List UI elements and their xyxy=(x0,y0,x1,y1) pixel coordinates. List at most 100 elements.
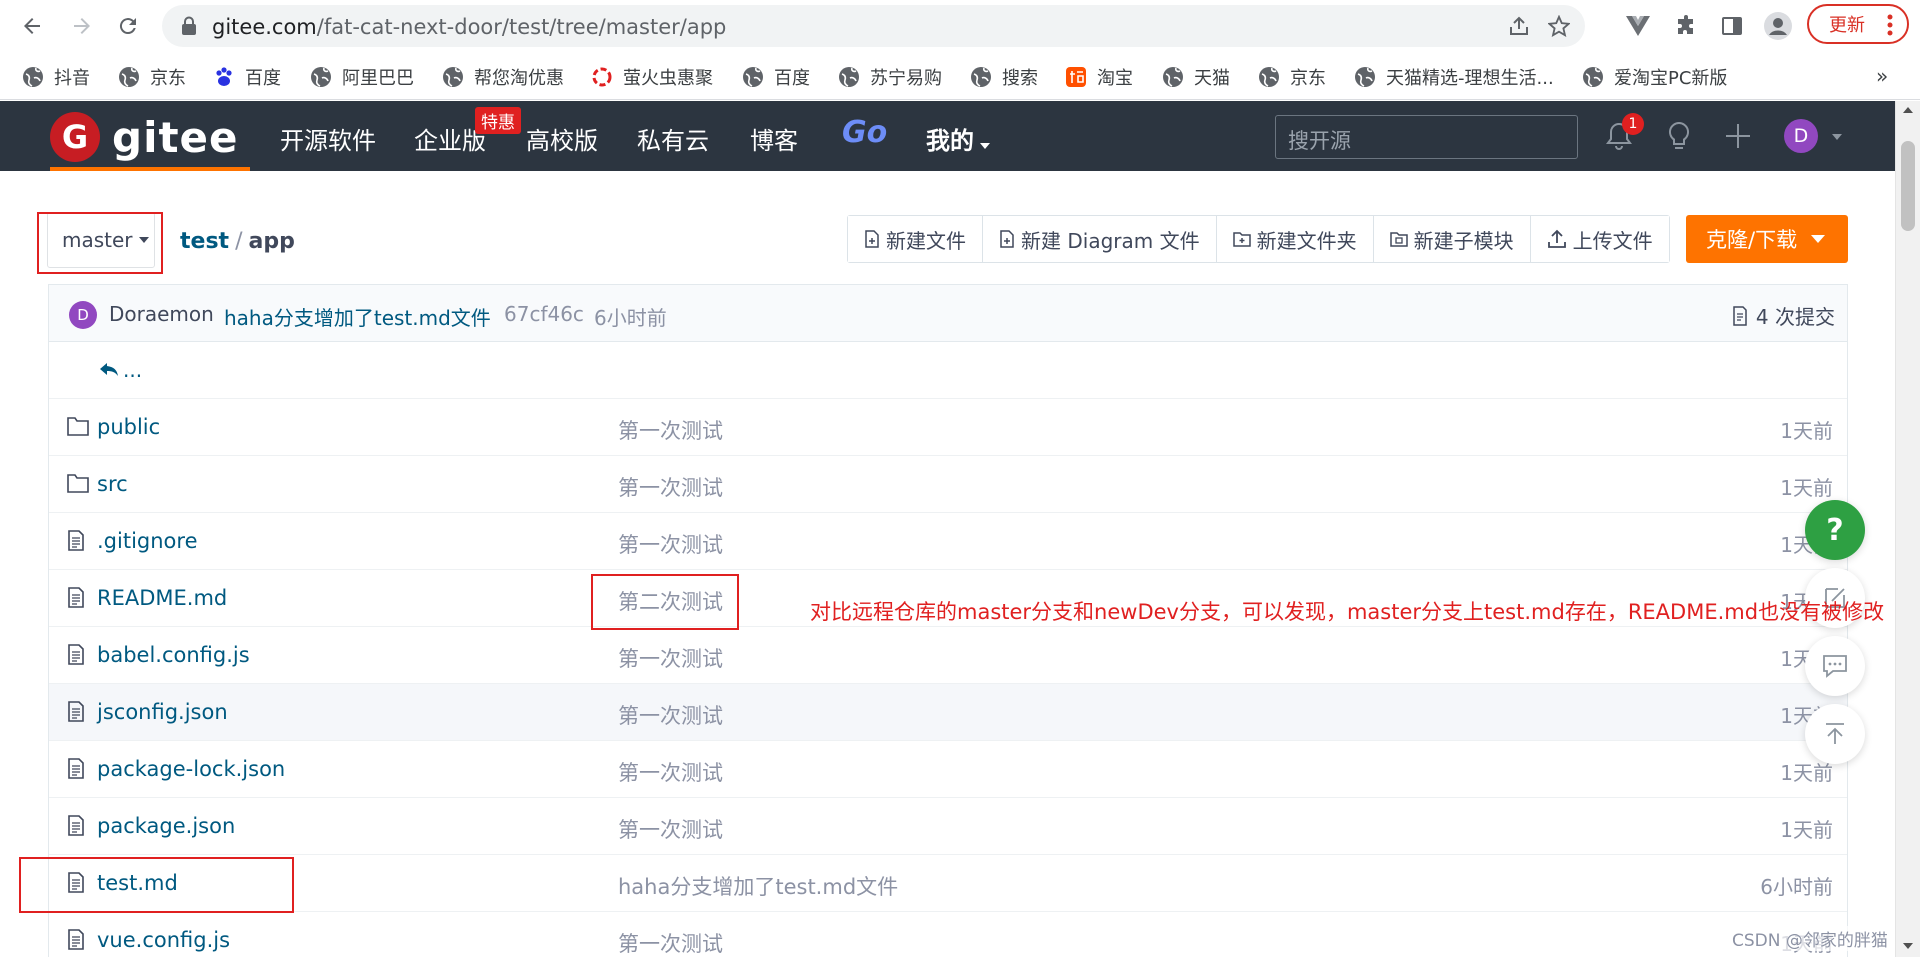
table-row[interactable]: public 第一次测试 1天前 xyxy=(49,399,1847,456)
upload-file-button[interactable]: 上传文件 xyxy=(1530,216,1669,262)
scroll-down-arrow[interactable] xyxy=(1903,943,1913,949)
file-icon xyxy=(68,815,84,836)
breadcrumb-separator: / xyxy=(235,229,243,254)
new-diagram-button[interactable]: 新建 Diagram 文件 xyxy=(983,216,1217,262)
update-button[interactable]: 更新 xyxy=(1807,4,1909,44)
bookmark-item[interactable]: 爱淘宝PC新版 xyxy=(1582,63,1727,91)
file-name[interactable]: vue.config.js xyxy=(97,928,230,952)
nav-education[interactable]: 高校版 xyxy=(526,121,598,156)
parent-dir-link[interactable]: ... xyxy=(99,358,142,382)
gitee-logo[interactable]: G gitee xyxy=(50,112,239,162)
bookmark-item[interactable]: 京东 xyxy=(118,63,186,91)
vue-devtools-icon[interactable] xyxy=(1622,10,1654,42)
bookmark-item[interactable]: 苏宁易购 xyxy=(838,63,942,91)
star-icon[interactable] xyxy=(1546,13,1572,39)
nav-opensource[interactable]: 开源软件 xyxy=(280,121,376,156)
commit-message[interactable]: haha分支增加了test.md文件 xyxy=(224,302,491,331)
update-label: 更新 xyxy=(1829,15,1865,36)
file-name[interactable]: package-lock.json xyxy=(97,757,285,781)
side-panel-icon[interactable] xyxy=(1716,10,1748,42)
file-commit-message[interactable]: 第一次测试 xyxy=(618,757,723,787)
nav-private-cloud[interactable]: 私有云 xyxy=(637,121,709,156)
globe-icon xyxy=(23,67,43,87)
share-icon[interactable] xyxy=(1506,13,1532,39)
file-time: 1天前 xyxy=(1780,476,1833,500)
bookmark-item[interactable]: 帮您淘优惠 xyxy=(442,63,564,91)
commit-count-link[interactable]: 4 次提交 xyxy=(1732,301,1835,330)
table-row[interactable]: package-lock.json 第一次测试 1天前 xyxy=(49,741,1847,798)
file-actions-toolbar: 新建文件 新建 Diagram 文件 新建文件夹 新建子模块 上传文件 xyxy=(847,215,1670,263)
file-name[interactable]: README.md xyxy=(97,586,227,610)
nav-mine[interactable]: 我的 xyxy=(926,121,990,156)
bookmark-item[interactable]: 淘宝 xyxy=(1065,63,1133,91)
new-file-button[interactable]: 新建文件 xyxy=(848,216,983,262)
new-folder-button[interactable]: 新建文件夹 xyxy=(1216,216,1374,262)
back-button[interactable] xyxy=(16,10,48,42)
file-commit-message[interactable]: haha分支增加了test.md文件 xyxy=(618,871,898,901)
parent-dir-label: ... xyxy=(123,358,143,382)
commit-author-avatar[interactable]: D xyxy=(69,301,97,329)
bookmarks-overflow[interactable]: » xyxy=(1876,64,1888,88)
bookmark-item[interactable]: 阿里巴巴 xyxy=(310,63,414,91)
scroll-thumb[interactable] xyxy=(1901,141,1915,231)
browser-toolbar: gitee.com/fat-cat-next-door/test/tree/ma… xyxy=(0,0,1920,52)
bookmark-item[interactable]: 搜索 xyxy=(970,63,1038,91)
file-commit-message[interactable]: 第一次测试 xyxy=(618,928,723,957)
table-row[interactable]: vue.config.js 第一次测试 1天前 xyxy=(49,912,1847,957)
forward-button[interactable] xyxy=(66,10,98,42)
table-row[interactable]: package.json 第一次测试 1天前 xyxy=(49,798,1847,855)
address-bar[interactable]: gitee.com/fat-cat-next-door/test/tree/ma… xyxy=(162,5,1585,47)
file-name[interactable]: public xyxy=(97,415,160,439)
commit-hash[interactable]: 67cf46c xyxy=(504,302,584,326)
table-row[interactable]: jsconfig.json 第一次测试 1天前 xyxy=(49,684,1847,741)
globe-icon xyxy=(839,67,859,87)
reload-button[interactable] xyxy=(112,10,144,42)
plus-icon[interactable] xyxy=(1721,119,1755,153)
nav-blog[interactable]: 博客 xyxy=(750,121,798,156)
bookmark-item[interactable]: 天猫精选-理想生活... xyxy=(1354,63,1554,91)
globe-icon xyxy=(119,67,139,87)
help-button[interactable]: ? xyxy=(1805,500,1865,560)
file-commit-message[interactable]: 第一次测试 xyxy=(618,415,723,445)
table-row[interactable]: .gitignore 第一次测试 1天前 xyxy=(49,513,1847,570)
table-row[interactable]: src 第一次测试 1天前 xyxy=(49,456,1847,513)
file-commit-message[interactable]: 第一次测试 xyxy=(618,529,723,559)
bookmark-item[interactable]: 京东 xyxy=(1258,63,1326,91)
file-commit-message[interactable]: 第一次测试 xyxy=(618,814,723,844)
gitee-logo-icon: G xyxy=(50,112,100,162)
commit-author[interactable]: Doraemon xyxy=(109,302,214,326)
nav-go[interactable]: Go xyxy=(842,115,887,150)
bookmark-item[interactable]: 天猫 xyxy=(1162,63,1230,91)
search-input[interactable]: 搜开源 xyxy=(1275,115,1578,159)
user-avatar[interactable]: D xyxy=(1784,119,1818,153)
file-commit-message[interactable]: 第一次测试 xyxy=(618,472,723,502)
file-icon xyxy=(68,701,84,722)
breadcrumb-repo[interactable]: test xyxy=(180,229,229,254)
chat-button[interactable] xyxy=(1805,636,1865,696)
file-name[interactable]: jsconfig.json xyxy=(97,700,228,724)
parent-dir-row[interactable]: ... xyxy=(49,342,1847,399)
profile-icon[interactable] xyxy=(1762,10,1794,42)
bookmark-item[interactable]: 抖音 xyxy=(22,63,90,91)
extensions-icon[interactable] xyxy=(1670,10,1702,42)
file-name[interactable]: .gitignore xyxy=(97,529,198,553)
new-submodule-button[interactable]: 新建子模块 xyxy=(1373,216,1531,262)
lightbulb-icon[interactable] xyxy=(1662,119,1696,153)
page-scrollbar[interactable] xyxy=(1895,101,1920,957)
table-row[interactable]: babel.config.js 第一次测试 1天前 xyxy=(49,627,1847,684)
chevron-down-icon[interactable] xyxy=(1832,134,1842,140)
file-commit-message[interactable]: 第一次测试 xyxy=(618,700,723,730)
back-to-top-button[interactable] xyxy=(1805,704,1865,764)
bookmark-item[interactable]: 萤火虫惠聚 xyxy=(591,63,713,91)
file-name[interactable]: package.json xyxy=(97,814,235,838)
bookmark-item[interactable]: 百度 xyxy=(213,63,281,91)
scroll-up-arrow[interactable] xyxy=(1903,107,1913,113)
table-row[interactable]: test.md haha分支增加了test.md文件 6小时前 xyxy=(49,855,1847,912)
file-commit-message[interactable]: 第一次测试 xyxy=(618,643,723,673)
firefly-icon xyxy=(592,67,612,87)
commit-count: 4 次提交 xyxy=(1755,305,1835,329)
bookmark-item[interactable]: 百度 xyxy=(742,63,810,91)
file-name[interactable]: babel.config.js xyxy=(97,643,250,667)
clone-download-button[interactable]: 克隆/下载 xyxy=(1686,215,1848,263)
file-name[interactable]: src xyxy=(97,472,128,496)
